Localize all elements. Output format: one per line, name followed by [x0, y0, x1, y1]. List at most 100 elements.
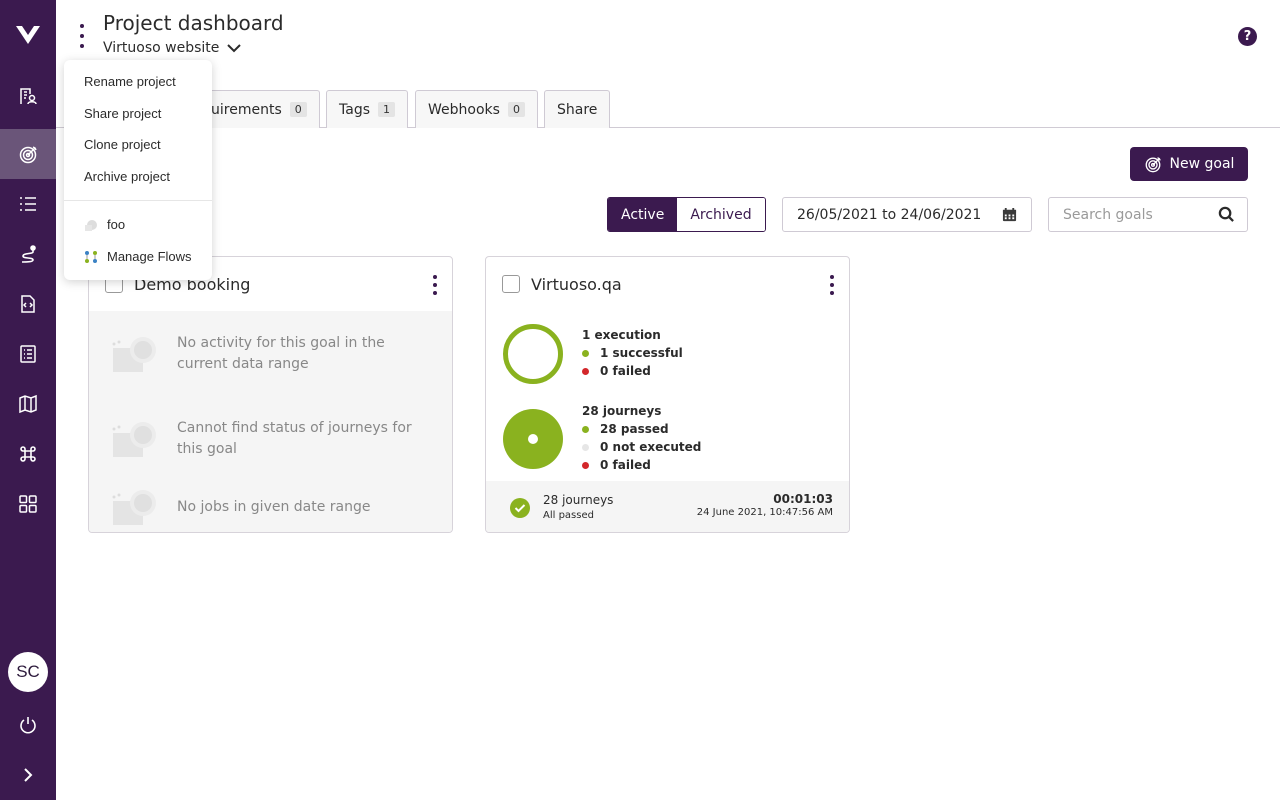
sidebar-item-apps[interactable] [0, 479, 56, 529]
search-icon[interactable] [1218, 206, 1235, 223]
help-icon[interactable]: ? [1238, 27, 1257, 46]
sidebar-item-code[interactable] [0, 279, 56, 329]
avatar[interactable]: SC [8, 652, 48, 692]
last-job-summary[interactable]: 28 journeys All passed 00:01:03 24 June … [486, 481, 849, 532]
tab-share[interactable]: Share [544, 90, 611, 128]
goal-card-header: Virtuoso.qa [486, 257, 849, 311]
empty-state-illustration [112, 422, 156, 457]
goal-title[interactable]: Virtuoso.qa [531, 275, 622, 294]
sidebar-item-goals[interactable] [0, 129, 56, 179]
chevron-down-icon [227, 44, 242, 53]
goal-menu-button[interactable] [827, 275, 837, 295]
logo-icon [16, 26, 40, 44]
archive-project-item[interactable]: Archive project [84, 169, 170, 184]
share-project-item[interactable]: Share project [84, 106, 161, 121]
goal-menu-button[interactable] [430, 275, 440, 295]
sidebar: SC [0, 0, 56, 800]
building-user-icon [20, 88, 37, 105]
project-menu-button[interactable] [72, 24, 92, 48]
last-job-journeys: 28 journeys [543, 493, 614, 507]
journeys-donut [503, 409, 563, 469]
power-icon [20, 717, 36, 734]
target-icon [1145, 157, 1161, 173]
last-job-timestamp: 24 June 2021, 10:47:56 AM [696, 507, 833, 518]
kebab-dot [80, 34, 84, 38]
new-goal-label: New goal [1169, 156, 1235, 172]
last-job-info: 28 journeys All passed [543, 492, 613, 524]
goal-card[interactable]: Demo booking No activity for this goal i… [88, 256, 453, 533]
tab-count: 1 [378, 102, 395, 117]
tab-label: Webhooks [428, 101, 500, 118]
journeys-passed-label: 28 passed [600, 422, 669, 436]
executions-failed-label: 0 failed [600, 364, 651, 378]
new-goal-button[interactable]: New goal [1130, 147, 1248, 181]
active-filter-button[interactable]: Active [608, 198, 678, 231]
tab-webhooks[interactable]: Webhooks 0 [415, 90, 538, 128]
target-icon [19, 146, 37, 164]
sidebar-item-map[interactable] [0, 379, 56, 429]
executions-stats: 1 execution 1 successful 0 failed [582, 326, 683, 380]
empty-state-illustration [112, 490, 156, 525]
tab-tags[interactable]: Tags 1 [326, 90, 408, 128]
kebab-dot [80, 24, 84, 28]
extension-icon [85, 219, 97, 231]
executions-donut [503, 324, 563, 384]
sidebar-item-list[interactable] [0, 179, 56, 229]
executions-failed: 0 failed [582, 362, 683, 380]
check-circle-icon [510, 498, 530, 518]
chevron-right-icon [24, 768, 33, 782]
goal-card[interactable]: Virtuoso.qa 1 execution 1 successful 0 f… [485, 256, 850, 533]
last-job-duration: 00:01:03 [773, 492, 833, 506]
failed-dot [582, 461, 589, 469]
sidebar-item-commands[interactable] [0, 429, 56, 479]
last-job-timing: 00:01:03 24 June 2021, 10:47:56 AM [697, 492, 833, 520]
goal-empty-state: No activity for this goal in the current… [89, 311, 452, 532]
sidebar-item-checklist[interactable] [0, 329, 56, 379]
kebab-dot [80, 44, 84, 48]
rename-project-item[interactable]: Rename project [84, 74, 176, 89]
project-selector[interactable]: Virtuoso website [103, 40, 242, 56]
empty-jobs: No jobs in given date range [109, 487, 439, 527]
clone-project-item[interactable]: Clone project [84, 137, 161, 152]
grid-icon [19, 495, 37, 513]
extension-label: foo [107, 217, 126, 232]
project-name: Virtuoso website [103, 40, 220, 56]
map-icon [19, 394, 37, 414]
empty-activity: No activity for this goal in the current… [109, 333, 439, 375]
flows-icon [85, 250, 97, 263]
empty-message: Cannot find status of journeys for this … [177, 420, 412, 457]
extension-foo-item[interactable]: foo [84, 217, 125, 232]
empty-message: No activity for this goal in the current… [177, 335, 385, 372]
empty-message: No jobs in given date range [177, 498, 371, 515]
date-range-picker[interactable]: 26/05/2021 to 24/06/2021 [782, 197, 1032, 232]
logout-button[interactable] [0, 700, 56, 750]
tab-count: 0 [289, 102, 307, 117]
checklist-icon [20, 345, 36, 363]
journeys-passed: 28 passed [582, 420, 701, 438]
route-icon [21, 245, 36, 263]
logo[interactable] [0, 0, 56, 70]
goal-checkbox[interactable] [502, 275, 520, 293]
executions-successful: 1 successful [582, 344, 683, 362]
journeys-failed: 0 failed [582, 456, 701, 474]
sidebar-item-projects[interactable] [0, 71, 56, 121]
page-title: Project dashboard [103, 11, 284, 35]
tab-count: 0 [507, 102, 525, 117]
failed-dot [582, 367, 589, 375]
last-job-status: All passed [543, 510, 594, 521]
success-dot [582, 425, 589, 433]
empty-journeys: Cannot find status of journeys for this … [109, 418, 439, 460]
journeys-failed-label: 0 failed [600, 458, 651, 472]
menu-divider [64, 200, 212, 201]
sidebar-item-flows[interactable] [0, 229, 56, 279]
not-executed-dot [582, 443, 589, 451]
journeys-not-executed: 0 not executed [582, 438, 701, 456]
archived-filter-button[interactable]: Archived [677, 198, 765, 231]
expand-sidebar-button[interactable] [0, 750, 56, 800]
tab-label: Share [557, 101, 598, 118]
journeys-stats: 28 journeys 28 passed 0 not executed 0 f… [582, 402, 701, 474]
manage-flows-item[interactable]: Manage Flows [84, 249, 192, 264]
tab-label: uirements [211, 101, 282, 118]
search-input[interactable] [1063, 206, 1213, 223]
status-toggle: Active Archived [607, 197, 766, 232]
